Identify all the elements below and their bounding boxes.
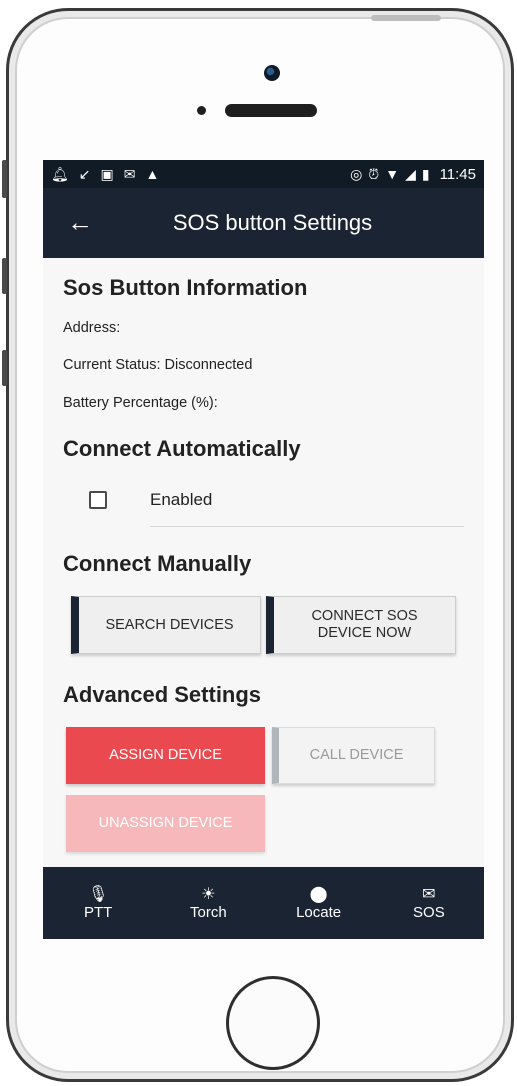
nav-label-locate: Locate <box>296 903 342 921</box>
advanced-heading: Advanced Settings <box>63 682 262 707</box>
volume-down-button <box>2 350 7 386</box>
microphone-icon: 🎙︎ <box>87 885 109 903</box>
warning-icon: ▲ <box>145 166 160 182</box>
earpiece-speaker <box>225 104 317 117</box>
assign-device-button[interactable]: ASSIGN DEVICE <box>66 727 265 784</box>
power-button <box>371 15 441 21</box>
envelope-icon: ✉ <box>422 885 436 903</box>
back-arrow-icon[interactable]: ← <box>67 208 93 236</box>
wifi-icon: ▼ <box>385 166 400 182</box>
signal-icon: ◢ <box>405 166 416 182</box>
missed-call-icon: ↙ <box>78 166 91 182</box>
nav-label-torch: Torch <box>190 903 227 921</box>
connect-sos-device-button[interactable]: CONNECT SOS DEVICE NOW <box>266 596 456 654</box>
app-toolbar: ← SOS button Settings <box>43 188 484 258</box>
search-devices-button[interactable]: SEARCH DEVICES <box>71 596 261 654</box>
mute-switch <box>2 160 7 198</box>
connect-button-line2: DEVICE NOW <box>317 625 412 641</box>
status-label: Current Status: Disconnected <box>63 357 253 373</box>
volume-up-button <box>2 258 7 294</box>
mail-icon: ✉ <box>123 166 136 182</box>
battery-icon: ▮ <box>421 166 430 182</box>
image-icon: ▣ <box>100 166 114 182</box>
unassign-device-button[interactable]: UNASSIGN DEVICE <box>66 795 265 852</box>
location-pin-icon: ⬤ <box>309 885 328 903</box>
sun-icon: ☀ <box>201 885 216 903</box>
nav-item-torch[interactable]: ☀ Torch <box>168 886 248 921</box>
connect-button-line1: CONNECT SOS <box>311 608 418 624</box>
proximity-sensor <box>197 106 206 115</box>
app-screen: 🔔︎ ↙ ▣ ✉ ▲ ◎ ⏰︎ ▼ ◢ ▮ 11:45 ← SOS button… <box>43 160 484 939</box>
call-device-button[interactable]: CALL DEVICE <box>272 727 435 784</box>
nav-label-ptt: PTT <box>83 903 113 921</box>
battery-label: Battery Percentage (%): <box>63 395 218 411</box>
bell-icon: 🔔︎ <box>51 166 69 182</box>
front-camera-icon <box>264 65 280 81</box>
nav-label-sos: SOS <box>413 903 445 921</box>
data-saver-icon: ◎ <box>350 166 363 182</box>
bottom-nav: 🎙︎ PTT ☀ Torch ⬤ Locate ✉ SOS <box>43 867 484 939</box>
page-title: SOS button Settings <box>172 210 373 235</box>
info-heading: Sos Button Information <box>63 275 308 300</box>
nav-item-sos[interactable]: ✉ SOS <box>389 886 469 921</box>
status-time: 11:45 <box>439 165 476 183</box>
status-bar: 🔔︎ ↙ ▣ ✉ ▲ ◎ ⏰︎ ▼ ◢ ▮ 11:45 <box>43 160 484 188</box>
home-button[interactable] <box>226 976 320 1070</box>
nav-item-locate[interactable]: ⬤ Locate <box>279 886 359 921</box>
manual-heading: Connect Manually <box>63 551 252 576</box>
alarm-icon: ⏰︎ <box>368 166 380 182</box>
auto-heading: Connect Automatically <box>63 436 301 461</box>
divider <box>150 526 464 527</box>
address-label: Address: <box>63 320 121 336</box>
nav-item-ptt[interactable]: 🎙︎ PTT <box>58 886 138 921</box>
enabled-checkbox[interactable] <box>89 491 107 509</box>
enabled-label: Enabled <box>150 490 213 509</box>
